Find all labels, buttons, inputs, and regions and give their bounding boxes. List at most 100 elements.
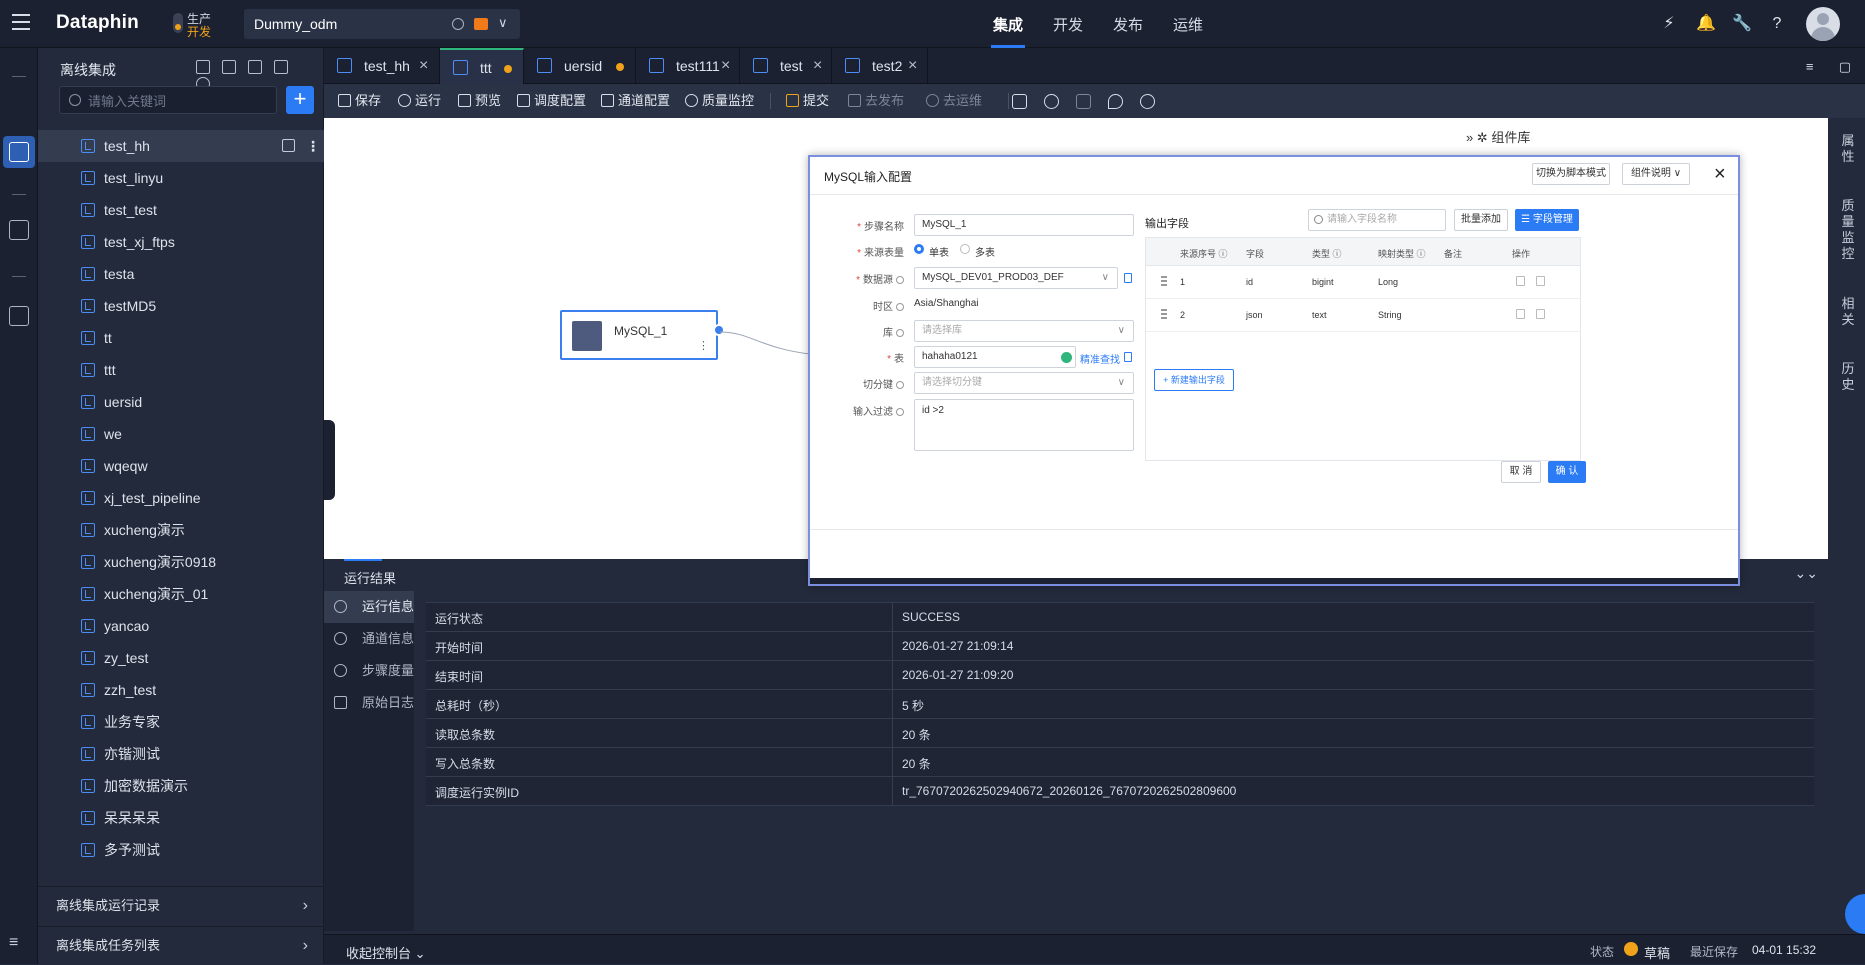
side-run-info[interactable]: 运行信息 xyxy=(324,591,414,623)
preview-button[interactable]: 预览 xyxy=(458,84,501,118)
sidebar-item[interactable]: test_linyu xyxy=(38,162,324,194)
script-mode-button[interactable]: 切换为脚本模式 xyxy=(1532,163,1610,185)
copy-icon[interactable] xyxy=(282,139,295,152)
sidebar-item[interactable]: 亦锴测试 xyxy=(38,738,324,770)
table-select[interactable]: hahaha0121 xyxy=(914,346,1076,368)
import-icon[interactable] xyxy=(9,306,29,326)
rail-quality-monitor[interactable]: 质量监控 xyxy=(1841,198,1855,262)
side-channel-info[interactable]: 通道信息 xyxy=(324,623,414,655)
tab-ttt[interactable]: ttt xyxy=(440,48,524,84)
sidebar-item[interactable]: 业务专家 xyxy=(38,706,324,738)
bolt-icon[interactable]: ⚡ xyxy=(1660,15,1678,33)
env-switch[interactable]: 生产 开发 xyxy=(173,10,221,39)
minus-circle-icon[interactable] xyxy=(1140,94,1155,109)
drag-handle-icon[interactable] xyxy=(1161,309,1167,321)
bottom-title[interactable]: 运行结果 xyxy=(344,568,396,587)
terminal-icon[interactable] xyxy=(1012,94,1027,109)
component-help-button[interactable]: 组件说明 ∨ xyxy=(1622,163,1690,185)
close-icon[interactable]: × xyxy=(721,48,730,84)
sidebar-item[interactable]: wqeqw xyxy=(38,450,324,482)
publish-button[interactable]: 去发布 xyxy=(848,84,904,118)
collapse-menu-icon[interactable]: ≡ xyxy=(9,934,29,954)
help-icon[interactable]: ? xyxy=(1768,15,1786,33)
tab-test[interactable]: test × xyxy=(740,48,832,84)
sidebar-item[interactable]: zzh_test xyxy=(38,674,324,706)
cancel-button[interactable]: 取 消 xyxy=(1501,461,1541,483)
split-key-select[interactable]: 请选择切分键 ∨ xyxy=(914,372,1134,394)
upload-icon[interactable] xyxy=(222,60,236,74)
sidebar-item[interactable]: ttt xyxy=(38,354,324,386)
radio-single-table[interactable] xyxy=(914,244,924,254)
sidebar-item[interactable]: testMD5 xyxy=(38,290,324,322)
sidebar-item[interactable]: xucheng演示0918 xyxy=(38,546,324,578)
field-manage-button[interactable]: ☰ 字段管理 xyxy=(1515,209,1579,231)
integration-icon[interactable] xyxy=(9,142,29,162)
close-icon[interactable]: × xyxy=(1714,164,1726,184)
tab-test_hh[interactable]: test_hh × xyxy=(324,48,440,84)
output-search-input[interactable]: 请输入字段名称 xyxy=(1308,209,1446,231)
drag-handle-icon[interactable] xyxy=(1161,276,1167,288)
exact-search-link[interactable]: 精准查找 xyxy=(1080,351,1120,366)
nav-develop[interactable]: 开发 xyxy=(1053,14,1083,35)
sidebar-item[interactable]: 加密数据演示 xyxy=(38,770,324,802)
side-raw-log[interactable]: 原始日志 xyxy=(324,687,414,719)
rail-related[interactable]: 相关 xyxy=(1841,296,1855,328)
location-icon[interactable] xyxy=(1108,94,1123,109)
radio-multi-table[interactable] xyxy=(960,244,970,254)
rail-properties[interactable]: 属性 xyxy=(1841,133,1855,165)
close-icon[interactable]: × xyxy=(813,48,822,84)
sidebar-item[interactable]: uersid xyxy=(38,386,324,418)
tab-uersid[interactable]: uersid xyxy=(524,48,636,84)
rail-history[interactable]: 历史 xyxy=(1841,361,1855,393)
sidebar-item[interactable]: xj_test_pipeline xyxy=(38,482,324,514)
nav-ops[interactable]: 运维 xyxy=(1173,14,1203,35)
add-button[interactable]: + xyxy=(286,86,314,114)
new-folder-icon[interactable] xyxy=(274,60,288,74)
pipeline-node[interactable]: MySQL_1 ⋮ xyxy=(560,310,725,360)
sidebar-item[interactable]: zy_test xyxy=(38,642,324,674)
search-input[interactable] xyxy=(88,92,268,110)
run-button[interactable]: 运行 xyxy=(398,84,441,118)
delete-icon[interactable] xyxy=(1536,276,1545,286)
sidebar-item[interactable]: we xyxy=(38,418,324,450)
sidebar-item[interactable]: 呆呆呆呆 xyxy=(38,802,324,834)
sidebar-item[interactable]: test_xj_ftps xyxy=(38,226,324,258)
copy-icon[interactable] xyxy=(1124,352,1132,362)
component-library-title[interactable]: » ✲ 组件库 xyxy=(1466,127,1530,146)
filter-textarea[interactable]: id >2 xyxy=(914,399,1134,451)
tab-test2[interactable]: test2 × xyxy=(832,48,928,84)
channel-config-button[interactable]: 通道配置 xyxy=(601,84,670,118)
close-icon[interactable]: × xyxy=(908,48,917,84)
edit-icon[interactable] xyxy=(1516,309,1525,319)
sidebar-item[interactable]: 多予测试 xyxy=(38,834,324,866)
collapse-console-button[interactable]: 收起控制台 ⌄ xyxy=(346,943,426,962)
avatar[interactable] xyxy=(1806,7,1840,41)
menu-icon[interactable] xyxy=(12,14,30,32)
close-icon[interactable]: × xyxy=(419,48,428,84)
expand-icon[interactable]: ⌄⌄ xyxy=(1795,565,1818,582)
delete-icon[interactable] xyxy=(1536,309,1545,319)
bell-icon[interactable]: 🔔 xyxy=(1696,15,1716,33)
side-step-metrics[interactable]: 步骤度量 xyxy=(324,655,414,687)
nav-integration[interactable]: 集成 xyxy=(993,14,1023,35)
schedule-config-button[interactable]: 调度配置 xyxy=(517,84,586,118)
step-name-input[interactable]: MySQL_1 xyxy=(914,214,1134,236)
new-output-field-button[interactable]: + 新建输出字段 xyxy=(1154,369,1234,391)
sidebar-search[interactable] xyxy=(59,86,277,114)
copy-icon[interactable] xyxy=(1124,273,1132,283)
batch-add-button[interactable]: 批量添加 xyxy=(1454,209,1508,231)
app-logo[interactable]: Dataphin xyxy=(56,12,139,34)
refresh-icon[interactable] xyxy=(1044,94,1059,109)
sidebar-item[interactable]: testa xyxy=(38,258,324,290)
sidebar-collapse-handle[interactable] xyxy=(324,420,335,500)
refresh-icon[interactable] xyxy=(248,60,262,74)
save-button[interactable]: 保存 xyxy=(338,84,381,118)
datasource-select[interactable]: MySQL_DEV01_PROD03_DEF ∨ xyxy=(914,267,1118,289)
sidebar-item[interactable]: xucheng演示 xyxy=(38,514,324,546)
task-list-link[interactable]: 离线集成任务列表 › xyxy=(38,926,324,964)
run-records-link[interactable]: 离线集成运行记录 › xyxy=(38,886,324,924)
sidebar-item[interactable]: test_test xyxy=(38,194,324,226)
sidebar-item[interactable]: test_hh ⋮ xyxy=(38,130,324,162)
archive-icon[interactable] xyxy=(9,220,29,240)
node-more-icon[interactable]: ⋮ xyxy=(698,339,709,352)
